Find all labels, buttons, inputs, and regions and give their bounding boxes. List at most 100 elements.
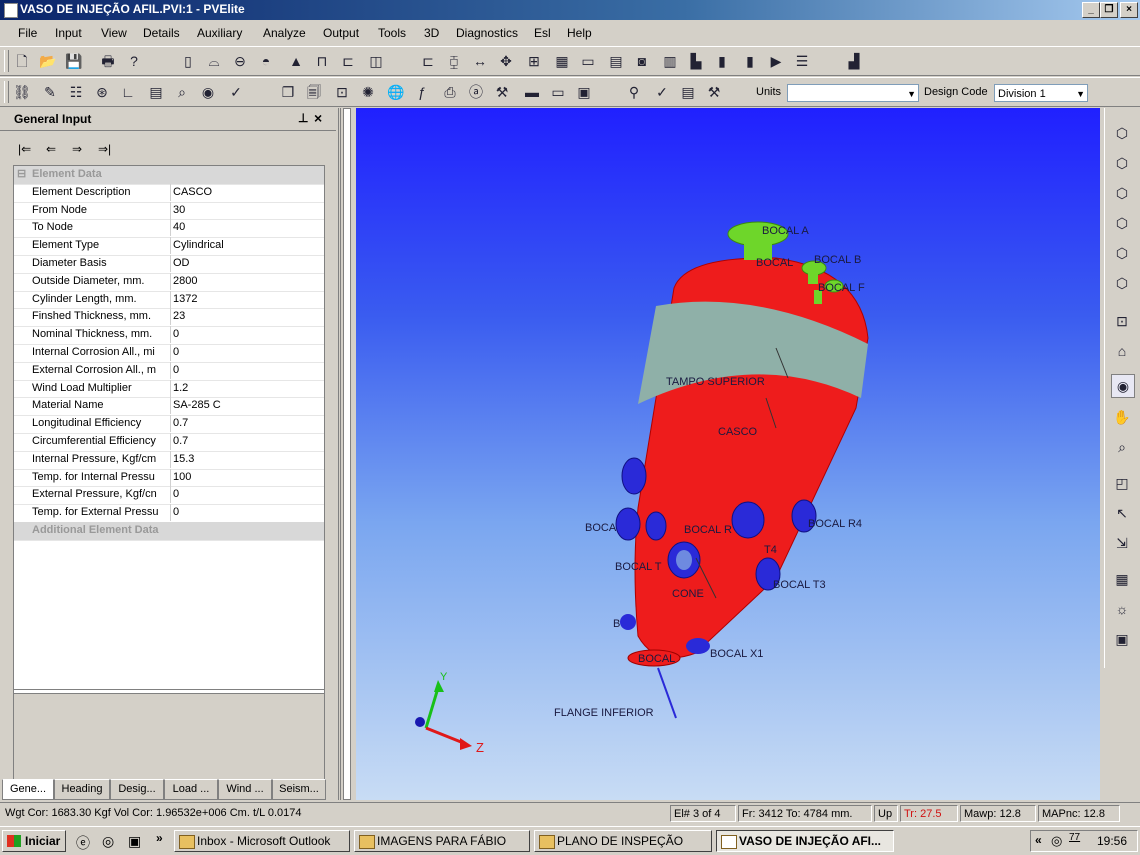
saddle-icon[interactable]: ▮ bbox=[740, 51, 760, 71]
grid-icon[interactable]: ▦ bbox=[1111, 568, 1133, 590]
prev-element-button[interactable]: ⇐ bbox=[46, 142, 56, 156]
property-row[interactable]: Material Name SA-285 C bbox=[14, 397, 324, 417]
property-value[interactable]: OD bbox=[173, 255, 323, 272]
property-row[interactable]: Internal Pressure, Kgf/cm 15.3 bbox=[14, 450, 324, 470]
run-icon[interactable]: ✺ bbox=[358, 82, 378, 102]
toolbar-grip-2[interactable] bbox=[4, 81, 9, 103]
property-value[interactable]: SA-285 C bbox=[173, 397, 323, 414]
tab-general[interactable]: Gene... bbox=[2, 779, 54, 800]
report-icon[interactable]: ⊡ bbox=[332, 82, 352, 102]
pin-icon[interactable]: ⊥ bbox=[298, 111, 308, 125]
property-value[interactable]: 0 bbox=[173, 362, 323, 379]
measure-icon[interactable]: ◰ bbox=[1111, 472, 1133, 494]
view-iso-3-icon[interactable]: ⬡ bbox=[1111, 182, 1133, 204]
select-pointer-icon[interactable]: ↖ bbox=[1111, 502, 1133, 524]
property-value[interactable]: 0 bbox=[173, 486, 323, 503]
panel-close-icon[interactable]: × bbox=[314, 110, 322, 126]
liquid-icon[interactable]: ▭ bbox=[578, 51, 598, 71]
property-row[interactable]: Element Description CASCO bbox=[14, 183, 324, 203]
collapse-icon[interactable]: ⊟ bbox=[17, 166, 26, 183]
chart-icon[interactable]: ▟ bbox=[844, 51, 864, 71]
menu-output[interactable]: Output bbox=[323, 26, 359, 40]
view-iso-5-icon[interactable]: ⬡ bbox=[1111, 242, 1133, 264]
menu-help[interactable]: Help bbox=[567, 26, 592, 40]
property-value[interactable]: 15.3 bbox=[173, 451, 323, 468]
property-row[interactable]: Temp. for External Pressu 0 bbox=[14, 504, 324, 523]
property-value[interactable]: 0 bbox=[173, 344, 323, 361]
first-element-button[interactable]: |⇐ bbox=[18, 142, 31, 156]
menu-input[interactable]: Input bbox=[55, 26, 82, 40]
help-icon[interactable]: ? bbox=[124, 51, 144, 71]
property-row[interactable]: Finshed Thickness, mm. 23 bbox=[14, 308, 324, 328]
menu-3d[interactable]: 3D bbox=[424, 26, 439, 40]
skirt-icon[interactable]: ◫ bbox=[366, 51, 386, 71]
menu-diagnostics[interactable]: Diagnostics bbox=[456, 26, 518, 40]
flange-icon[interactable]: ⊖ bbox=[230, 51, 250, 71]
property-row[interactable]: Longitudinal Efficiency 0.7 bbox=[14, 415, 324, 434]
tab-design[interactable]: Desig... bbox=[110, 779, 164, 800]
walker-icon[interactable]: ⚲ bbox=[624, 82, 644, 102]
section-additional[interactable]: Additional Element Data bbox=[14, 522, 324, 541]
halfpipe-icon[interactable]: ▙ bbox=[686, 51, 706, 71]
property-value[interactable]: 23 bbox=[173, 308, 323, 325]
property-row[interactable]: External Pressure, Kgf/cn 0 bbox=[14, 486, 324, 506]
platform-icon[interactable]: ⊞ bbox=[524, 51, 544, 71]
property-value[interactable]: 2800 bbox=[173, 273, 323, 290]
dome-icon[interactable]: ◓ bbox=[256, 51, 276, 71]
legs-icon[interactable]: ▶ bbox=[766, 51, 786, 71]
property-row[interactable]: Temp. for Internal Pressu 100 bbox=[14, 468, 324, 488]
property-row[interactable]: Nominal Thickness, mm. 0 bbox=[14, 326, 324, 345]
property-row[interactable]: Outside Diameter, mm. 2800 bbox=[14, 272, 324, 292]
task-pvelite[interactable]: VASO DE INJEÇÃO AFI... bbox=[716, 830, 894, 852]
tab-heading[interactable]: Heading bbox=[54, 779, 110, 800]
property-row[interactable]: Internal Corrosion All., mi 0 bbox=[14, 344, 324, 363]
menu-esl[interactable]: Esl bbox=[534, 26, 551, 40]
list-icon[interactable]: ☰ bbox=[792, 51, 812, 71]
tray-calendar-icon[interactable]: 77 bbox=[1069, 832, 1080, 843]
view-iso-2-icon[interactable]: ⬡ bbox=[1111, 152, 1133, 174]
tray-app-icon[interactable]: ◎ bbox=[1051, 833, 1062, 849]
search-doc-icon[interactable]: ⌕ bbox=[172, 82, 192, 102]
lining-icon[interactable]: ◙ bbox=[632, 51, 652, 71]
property-value[interactable]: 0.7 bbox=[173, 415, 323, 432]
page-icon[interactable]: 🗐 bbox=[304, 82, 324, 102]
splitter-bar[interactable] bbox=[343, 108, 351, 800]
nozzle-icon[interactable]: ⊏ bbox=[338, 51, 358, 71]
save-icon[interactable]: 💾 bbox=[64, 51, 84, 71]
tab-load[interactable]: Load ... bbox=[164, 779, 218, 800]
force-icon[interactable]: ↔ bbox=[470, 51, 490, 71]
toolbar-grip[interactable] bbox=[4, 50, 9, 72]
new-file-icon[interactable]: 🗋 bbox=[12, 51, 32, 71]
task-plano[interactable]: PLANO DE INSPEÇÃO bbox=[534, 830, 712, 852]
moment-icon[interactable]: ✥ bbox=[496, 51, 516, 71]
menu-analyze[interactable]: Analyze bbox=[263, 26, 306, 40]
open-folder-icon[interactable]: 📂 bbox=[38, 51, 58, 71]
property-value[interactable]: 0 bbox=[173, 326, 323, 343]
tray-expand[interactable]: « bbox=[1035, 833, 1042, 847]
function-icon[interactable]: ƒ bbox=[412, 82, 432, 102]
form-icon[interactable]: ▤ bbox=[678, 82, 698, 102]
more-quicklaunch[interactable]: » bbox=[156, 831, 163, 845]
packing-icon[interactable]: ▦ bbox=[552, 51, 572, 71]
close-button[interactable]: × bbox=[1120, 2, 1138, 18]
hammer-icon[interactable]: ⚒ bbox=[492, 82, 512, 102]
insulation-icon[interactable]: ▤ bbox=[606, 51, 626, 71]
view-iso-1-icon[interactable]: ⬡ bbox=[1111, 122, 1133, 144]
property-value[interactable]: 0 bbox=[173, 504, 323, 521]
property-value[interactable]: CASCO bbox=[173, 184, 323, 201]
start-button[interactable]: Iniciar bbox=[2, 830, 66, 852]
3d-viewport[interactable]: BOCAL A BOCAL BOCAL B BOCAL F TAMPO SUPE… bbox=[356, 108, 1100, 800]
abc-icon[interactable]: ⓐ bbox=[466, 82, 486, 102]
pdf-icon[interactable]: ⎙ bbox=[440, 82, 460, 102]
tray-icon[interactable]: ▥ bbox=[660, 51, 680, 71]
globe-view-icon[interactable]: 🌐 bbox=[386, 82, 406, 102]
stack-icon[interactable]: ☷ bbox=[66, 82, 86, 102]
weight-icon[interactable]: ⧮ bbox=[444, 51, 464, 71]
outlook-quick-icon[interactable]: ◎ bbox=[102, 833, 114, 850]
table-icon[interactable]: ▤ bbox=[146, 82, 166, 102]
ring-icon[interactable]: ⊏ bbox=[418, 51, 438, 71]
bracket-icon[interactable]: ∟ bbox=[118, 82, 138, 102]
tab-wind[interactable]: Wind ... bbox=[218, 779, 272, 800]
print-icon[interactable]: 🖶 bbox=[98, 51, 118, 71]
display-icon[interactable]: ▭ bbox=[548, 82, 568, 102]
